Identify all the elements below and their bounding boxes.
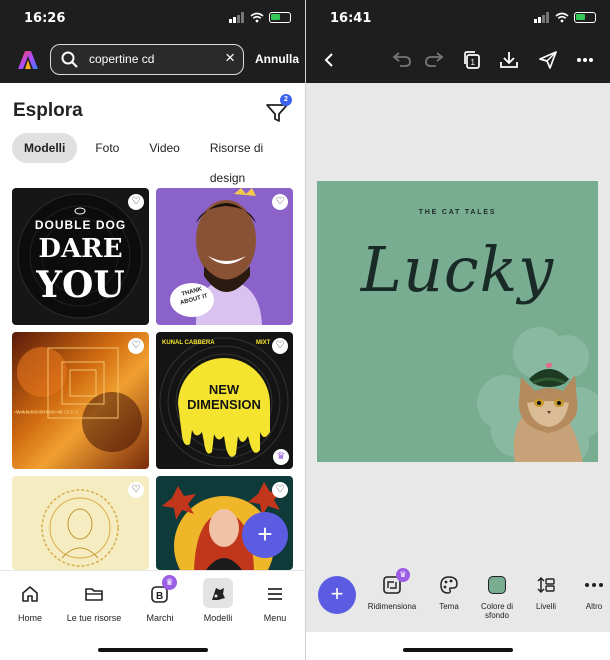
nav-label: Modelli <box>203 613 233 623</box>
home-indicator <box>403 648 513 652</box>
cancel-button[interactable]: Annulla <box>255 52 299 66</box>
background-color-icon <box>488 576 506 594</box>
signal-icon <box>534 12 550 23</box>
nav-your-assets[interactable]: Le tue risorse <box>64 581 124 623</box>
template-caption: WANDERING MINDS <box>16 410 80 416</box>
home-icon <box>22 586 38 602</box>
battery-icon <box>574 12 596 23</box>
search-header: copertine cd × Annulla <box>0 38 305 83</box>
premium-crown-icon: ♛ <box>162 575 177 590</box>
bottom-navigation: Home Le tue risorse B ♛ Marchi Modelli Me… <box>0 570 305 660</box>
more-icon <box>585 583 603 587</box>
favorite-heart-icon[interactable]: ♡ <box>128 338 144 354</box>
pages-icon[interactable]: 1 <box>462 50 482 70</box>
favorite-heart-icon[interactable]: ♡ <box>128 194 144 210</box>
tool-label: Colore di sfondo <box>480 602 513 620</box>
clear-search-icon[interactable]: × <box>225 48 235 68</box>
layers-icon <box>537 576 555 594</box>
search-value: copertine cd <box>89 52 155 66</box>
tool-more[interactable]: Altro <box>566 574 610 611</box>
status-icons <box>229 12 291 23</box>
cat-image[interactable] <box>505 363 595 462</box>
template-title: NEW DIMENSION <box>187 382 261 412</box>
left-phone-screen: 16:26 copertine cd × Annulla Esplora 2 M… <box>0 0 305 660</box>
templates-icon <box>212 588 225 600</box>
nav-menu[interactable]: Menu <box>245 581 305 623</box>
template-thumbnail <box>14 347 142 452</box>
tool-label: Altro <box>585 602 603 611</box>
status-icons <box>534 12 596 23</box>
favorite-heart-icon[interactable]: ♡ <box>272 482 288 498</box>
create-fab-button[interactable]: + <box>242 512 288 558</box>
redo-icon[interactable] <box>424 50 444 68</box>
nav-label: Le tue risorse <box>66 613 122 623</box>
tab-videos[interactable]: Video <box>137 133 191 163</box>
premium-crown-icon: ♛ <box>396 568 410 582</box>
more-options-icon[interactable] <box>576 57 594 63</box>
battery-icon <box>269 12 291 23</box>
tool-background-color[interactable]: Colore di sfondo <box>469 574 525 620</box>
wifi-icon <box>250 12 264 23</box>
palette-icon <box>440 576 458 594</box>
status-bar: 16:41 <box>306 0 610 38</box>
search-input[interactable]: copertine cd × <box>50 44 244 75</box>
template-title-line1: DOUBLE DOG <box>34 218 127 232</box>
home-indicator <box>98 648 208 652</box>
adobe-express-logo[interactable] <box>17 50 39 70</box>
filter-count-badge: 2 <box>280 94 292 106</box>
favorite-heart-icon[interactable]: ♡ <box>272 338 288 354</box>
status-time: 16:41 <box>330 11 372 26</box>
artist-name: KUNAL CABBERA <box>162 340 215 346</box>
tab-templates[interactable]: Modelli <box>12 133 78 163</box>
tab-photos[interactable]: Foto <box>83 133 131 163</box>
page-title: Esplora <box>13 100 83 121</box>
favorite-heart-icon[interactable]: ♡ <box>272 194 288 210</box>
template-card[interactable]: WANDERING MINDS ♡ <box>12 332 149 469</box>
svg-text:B: B <box>156 591 163 602</box>
signal-icon <box>229 12 245 23</box>
bottom-safe-area <box>306 632 610 660</box>
status-bar: 16:26 <box>0 0 305 38</box>
design-subtitle[interactable]: THE CAT TALES <box>317 209 598 216</box>
share-send-icon[interactable] <box>538 50 558 70</box>
template-card[interactable]: KUNAL CABBERA MIXT NEW DIMENSION ♡ ♛ <box>156 332 293 469</box>
tool-label: Ridimensiona <box>367 602 417 611</box>
search-icon <box>61 51 78 68</box>
template-title-line2: DARE <box>38 234 123 264</box>
download-icon[interactable] <box>499 50 519 70</box>
wifi-icon <box>555 12 569 23</box>
nav-brands[interactable]: B ♛ Marchi <box>130 575 190 623</box>
add-element-fab[interactable]: + <box>318 576 356 614</box>
template-title-line3: YOU <box>36 264 125 306</box>
template-tag: MIXT <box>256 340 271 346</box>
menu-icon <box>268 588 282 600</box>
nav-templates[interactable]: Modelli <box>188 578 248 623</box>
tool-resize[interactable]: ♛ Ridimensiona <box>364 568 420 611</box>
nav-label: Marchi <box>146 613 174 623</box>
status-time: 16:26 <box>24 11 66 26</box>
category-tabs: Modelli Foto Video Risorse di design <box>12 133 305 185</box>
tab-design-assets[interactable]: Risorse di design <box>198 133 305 185</box>
editor-toolbar: 1 <box>306 38 610 83</box>
design-title[interactable]: Lucky <box>317 233 598 306</box>
template-card[interactable]: THANK ABOUT IT ♡ <box>156 188 293 325</box>
nav-label: Home <box>17 613 42 623</box>
svg-text:1: 1 <box>471 58 476 67</box>
template-card[interactable]: ♡ <box>12 476 149 570</box>
design-canvas[interactable]: THE CAT TALES Lucky <box>317 181 598 462</box>
premium-crown-icon: ♛ <box>273 449 289 465</box>
folder-icon <box>85 588 103 601</box>
tool-label: Livelli <box>535 602 556 611</box>
tool-label: Tema <box>439 602 459 611</box>
nav-label: Menu <box>263 613 287 623</box>
nav-home[interactable]: Home <box>0 581 60 623</box>
template-thumbnail <box>170 188 262 325</box>
template-card[interactable]: DOUBLE DOG DARE YOU ♡ <box>12 188 149 325</box>
undo-icon[interactable] <box>392 50 412 68</box>
right-phone-screen: 16:41 1 THE CAT TALES Lucky + ♛ Ridimens… <box>306 0 610 660</box>
favorite-heart-icon[interactable]: ♡ <box>128 482 144 498</box>
back-icon[interactable] <box>324 53 334 67</box>
